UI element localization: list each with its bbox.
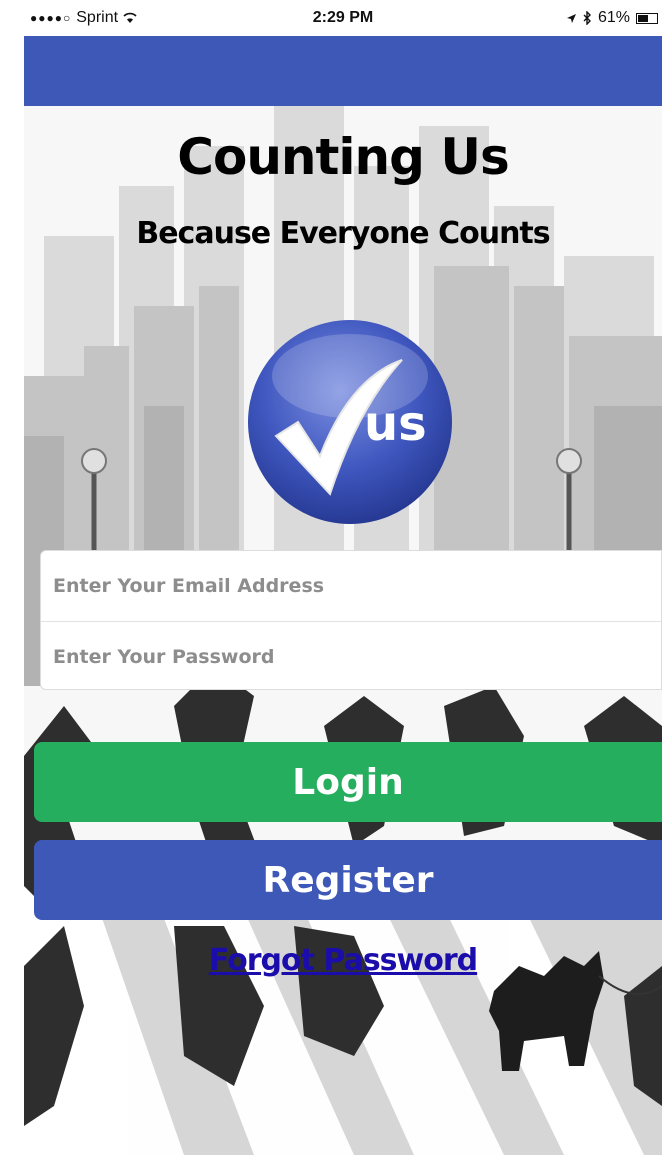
- status-right: 61%: [566, 9, 658, 27]
- login-form: [40, 550, 662, 692]
- battery-percent: 61%: [597, 9, 630, 26]
- forgot-password-link[interactable]: Forgot Password: [24, 943, 662, 978]
- status-bar: ●●●●○ Sprint 2:29 PM 61%: [24, 0, 662, 36]
- battery-icon: [636, 12, 658, 24]
- email-input[interactable]: [41, 551, 661, 621]
- app-bar: [24, 36, 662, 106]
- register-button[interactable]: Register: [34, 840, 662, 920]
- bluetooth-icon: [583, 11, 591, 25]
- app-title: Counting Us: [177, 128, 509, 186]
- login-button[interactable]: Login: [34, 742, 662, 822]
- app-subtitle: Because Everyone Counts: [136, 216, 550, 251]
- battery-level: [638, 14, 648, 22]
- logo-text: us: [364, 396, 427, 452]
- app-screen: ●●●●○ Sprint 2:29 PM 61% Counting Us Bec…: [24, 0, 662, 1155]
- counting-us-logo: us: [248, 320, 452, 524]
- password-input[interactable]: [41, 622, 661, 692]
- location-arrow-icon: [566, 13, 576, 23]
